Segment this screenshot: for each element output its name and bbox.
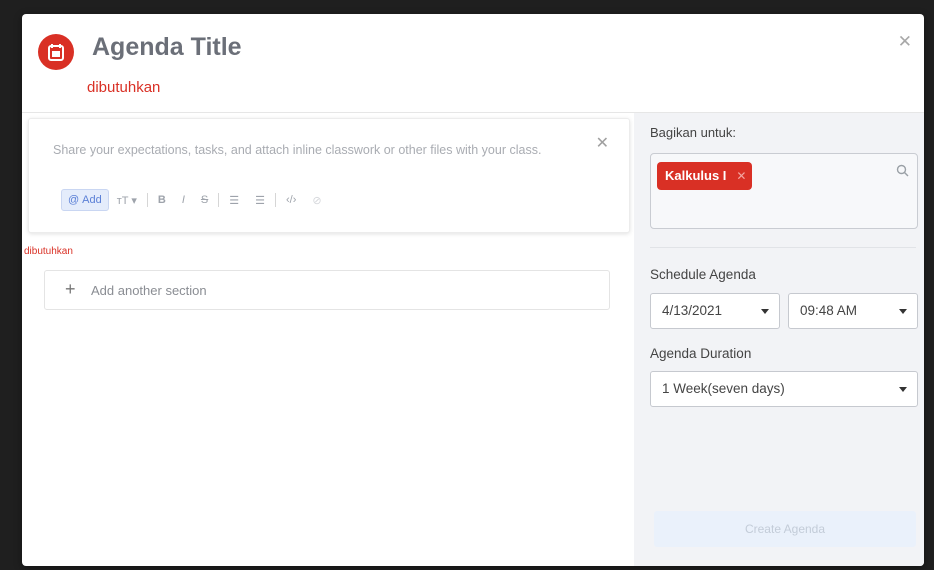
italic-button[interactable]: I [174,194,193,206]
title-required-label: dibutuhkan [87,79,161,96]
agenda-title[interactable]: Agenda Title [92,33,242,62]
description-editor[interactable]: Share your expectations, tasks, and atta… [28,118,630,233]
strikethrough-button[interactable]: S [193,194,216,206]
chevron-down-icon [899,309,907,314]
chevron-down-icon [899,387,907,392]
add-section-button[interactable]: + Add another section [44,270,610,310]
time-value: 09:48 AM [800,303,858,318]
recipient-chip[interactable]: Kalkulus I ✕ [657,162,753,190]
panel-divider [650,247,916,248]
editor-toolbar: @ Add тT ▾ B I S ☰ ☰ ‹/› ⊘ [61,189,330,211]
editor-placeholder[interactable]: Share your expectations, tasks, and atta… [53,141,573,159]
date-select[interactable]: 4/13/2021 [650,293,780,329]
content-required-label: dibutuhkan [24,246,73,257]
toolbar-divider [275,193,276,207]
share-label: Bagikan untuk: [650,125,737,140]
numbered-list-button[interactable]: ☰ [247,194,273,207]
text-size-label: тT [116,194,129,207]
toolbar-divider [218,193,220,207]
link-button[interactable]: ⊘ [304,194,329,207]
at-icon: @ [68,194,80,206]
text-size-button[interactable]: тT ▾ [109,194,145,207]
settings-panel: Bagikan untuk: Kalkulus I ✕ Schedule Age… [634,113,924,566]
add-attachment-button[interactable]: @ Add [61,189,109,211]
close-icon[interactable]: ✕ [898,32,912,52]
duration-select[interactable]: 1 Week(seven days) [650,371,918,407]
date-value: 4/13/2021 [662,303,723,318]
modal-header: Agenda Title dibutuhkan ✕ [22,14,924,113]
duration-label: Agenda Duration [650,346,752,361]
calendar-icon [38,34,74,70]
chevron-down-icon [761,309,769,314]
code-button[interactable]: ‹/› [278,194,304,206]
create-agenda-modal: Agenda Title dibutuhkan ✕ Share your exp… [22,14,924,566]
create-agenda-button[interactable]: Create Agenda [654,511,916,547]
time-select[interactable]: 09:48 AM [788,293,918,329]
toolbar-divider [146,193,148,207]
editor-close-icon[interactable]: ✕ [596,133,609,153]
bold-button[interactable]: B [150,194,174,206]
remove-chip-icon[interactable]: ✕ [736,162,746,190]
search-icon [896,164,909,182]
agenda-content-area: Share your expectations, tasks, and atta… [22,113,634,566]
add-attachment-label: Add [82,194,102,206]
duration-value: 1 Week(seven days) [662,381,785,396]
recipient-chip-label: Kalkulus I [665,168,727,183]
plus-icon: + [65,279,76,299]
bulleted-list-button[interactable]: ☰ [221,194,247,207]
share-recipient-input[interactable]: Kalkulus I ✕ [650,153,918,229]
schedule-label: Schedule Agenda [650,267,756,282]
add-section-label: Add another section [91,283,207,298]
